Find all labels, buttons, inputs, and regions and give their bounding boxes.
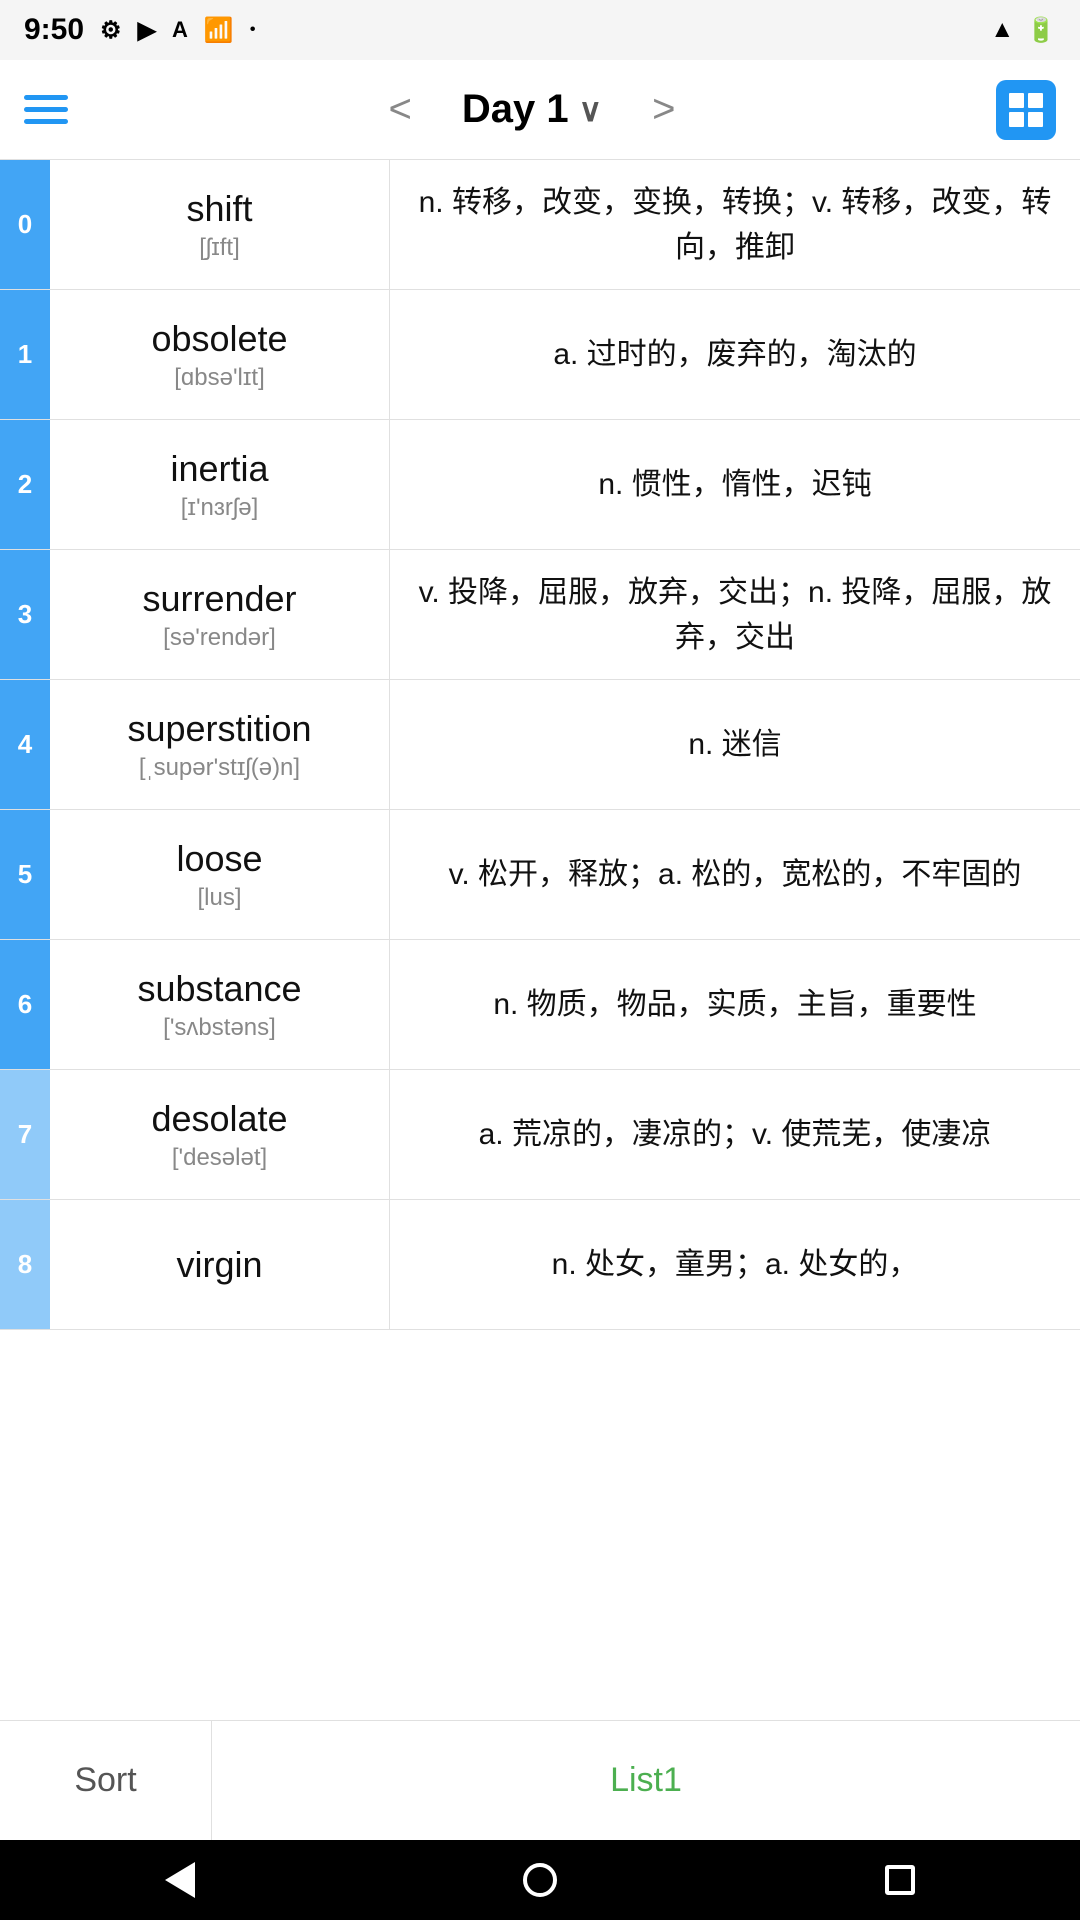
- definition-cell: n. 迷信: [390, 680, 1080, 809]
- word-text: inertia: [170, 448, 268, 490]
- definition-cell: n. 处女，童男；a. 处女的，: [390, 1200, 1080, 1329]
- top-nav: < Day 1 ∨ >: [0, 60, 1080, 160]
- day-title[interactable]: Day 1 ∨: [462, 87, 602, 132]
- row-index: 5: [0, 810, 50, 939]
- word-list: 0 shift [ʃɪft] n. 转移，改变，变换，转换；v. 转移，改变，转向，推…: [0, 160, 1080, 1720]
- word-phonetic: [lus]: [197, 884, 241, 912]
- word-cell: virgin: [50, 1200, 390, 1329]
- sort-tab[interactable]: Sort: [0, 1721, 212, 1840]
- word-row[interactable]: 3 surrender [sə'rendər] v. 投降，屈服，放弃，交出；n. 投…: [0, 550, 1080, 680]
- wifi-icon: 📶: [204, 16, 234, 45]
- word-row[interactable]: 0 shift [ʃɪft] n. 转移，改变，变换，转换；v. 转移，改变，转向，推…: [0, 160, 1080, 290]
- definition-cell: v. 投降，屈服，放弃，交出；n. 投降，屈服，放弃，交出: [390, 550, 1080, 679]
- word-row[interactable]: 5 loose [lus] v. 松开，释放；a. 松的，宽松的，不牢固的: [0, 810, 1080, 940]
- grid-icon: [1007, 91, 1045, 129]
- home-button[interactable]: [510, 1850, 570, 1910]
- word-row[interactable]: 4 superstition [ˌsupər'stɪʃ(ə)n] n. 迷信: [0, 680, 1080, 810]
- row-index: 2: [0, 420, 50, 549]
- battery-icon: 🔋: [1026, 16, 1056, 45]
- play-icon: ▶: [138, 16, 156, 45]
- status-right: ▲ 🔋: [990, 16, 1056, 45]
- grid-view-button[interactable]: [996, 80, 1056, 140]
- gear-icon: ⚙: [100, 16, 122, 45]
- word-text: virgin: [176, 1244, 262, 1286]
- word-phonetic: [sə'rendər]: [163, 624, 276, 652]
- definition-cell: a. 过时的，废弃的，淘汰的: [390, 290, 1080, 419]
- word-text: loose: [176, 838, 262, 880]
- row-index: 8: [0, 1200, 50, 1329]
- word-text: substance: [137, 968, 301, 1010]
- word-row[interactable]: 1 obsolete [ɑbsə'lɪt] a. 过时的，废弃的，淘汰的: [0, 290, 1080, 420]
- word-text: surrender: [142, 578, 296, 620]
- menu-button[interactable]: [24, 95, 68, 124]
- status-bar: 9:50 ⚙ ▶ A 📶 • ▲ 🔋: [0, 0, 1080, 60]
- bottom-tabs: Sort List1: [0, 1720, 1080, 1840]
- signal-icon: ▲: [990, 16, 1014, 44]
- word-phonetic: ['sʌbstəns]: [163, 1014, 276, 1042]
- word-row[interactable]: 7 desolate ['desələt] a. 荒凉的，凄凉的；v. 使荒芜，使凄凉: [0, 1070, 1080, 1200]
- word-phonetic: [ɑbsə'lɪt]: [174, 364, 265, 392]
- android-nav-bar: [0, 1840, 1080, 1920]
- status-time: 9:50: [24, 13, 84, 47]
- list1-tab[interactable]: List1: [212, 1721, 1080, 1840]
- row-index: 3: [0, 550, 50, 679]
- word-text: shift: [186, 188, 252, 230]
- word-phonetic: ['desələt]: [172, 1144, 267, 1172]
- word-row[interactable]: 2 inertia [ɪ'nɜrʃə] n. 惯性，惰性，迟钝: [0, 420, 1080, 550]
- word-text: obsolete: [151, 318, 287, 360]
- definition-cell: n. 物质，物品，实质，主旨，重要性: [390, 940, 1080, 1069]
- word-row[interactable]: 8 virgin n. 处女，童男；a. 处女的，: [0, 1200, 1080, 1330]
- next-day-button[interactable]: >: [642, 77, 685, 142]
- word-phonetic: [ʃɪft]: [199, 234, 240, 262]
- word-cell: surrender [sə'rendər]: [50, 550, 390, 679]
- word-cell: desolate ['desələt]: [50, 1070, 390, 1199]
- word-cell: shift [ʃɪft]: [50, 160, 390, 289]
- row-index: 1: [0, 290, 50, 419]
- word-row[interactable]: 6 substance ['sʌbstəns] n. 物质，物品，实质，主旨，重要性: [0, 940, 1080, 1070]
- day-dropdown-icon: ∨: [579, 91, 602, 129]
- row-index: 0: [0, 160, 50, 289]
- recent-button[interactable]: [870, 1850, 930, 1910]
- dot-icon: •: [250, 21, 256, 39]
- prev-day-button[interactable]: <: [379, 77, 422, 142]
- word-cell: loose [lus]: [50, 810, 390, 939]
- word-cell: substance ['sʌbstəns]: [50, 940, 390, 1069]
- word-text: superstition: [127, 708, 311, 750]
- word-cell: inertia [ɪ'nɜrʃə]: [50, 420, 390, 549]
- definition-cell: v. 松开，释放；a. 松的，宽松的，不牢固的: [390, 810, 1080, 939]
- definition-cell: n. 转移，改变，变换，转换；v. 转移，改变，转向，推卸: [390, 160, 1080, 289]
- a-icon: A: [172, 17, 188, 43]
- row-index: 6: [0, 940, 50, 1069]
- definition-cell: n. 惯性，惰性，迟钝: [390, 420, 1080, 549]
- row-index: 7: [0, 1070, 50, 1199]
- row-index: 4: [0, 680, 50, 809]
- status-left: 9:50 ⚙ ▶ A 📶 •: [24, 13, 255, 47]
- back-button[interactable]: [150, 1850, 210, 1910]
- word-phonetic: [ɪ'nɜrʃə]: [181, 494, 258, 522]
- definition-cell: a. 荒凉的，凄凉的；v. 使荒芜，使凄凉: [390, 1070, 1080, 1199]
- word-cell: superstition [ˌsupər'stɪʃ(ə)n]: [50, 680, 390, 809]
- word-text: desolate: [151, 1098, 287, 1140]
- word-cell: obsolete [ɑbsə'lɪt]: [50, 290, 390, 419]
- word-phonetic: [ˌsupər'stɪʃ(ə)n]: [139, 754, 300, 782]
